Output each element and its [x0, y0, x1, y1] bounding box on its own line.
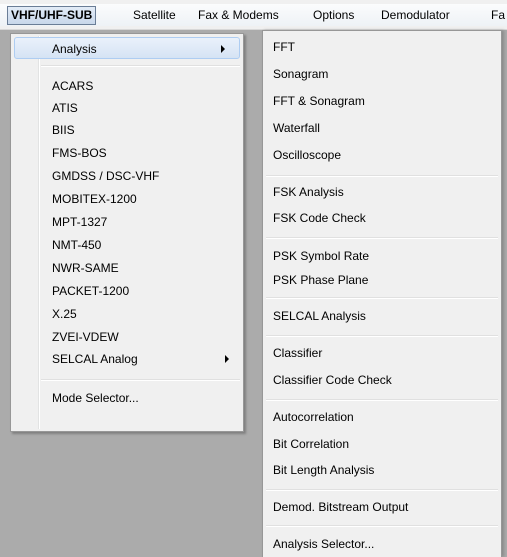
- menu-item-nwr-same[interactable]: NWR-SAME: [11, 257, 243, 279]
- menu-item-label: PACKET-1200: [52, 284, 130, 298]
- menu-item-label: NWR-SAME: [52, 261, 119, 275]
- menu-separator: [266, 335, 498, 337]
- menu-item-atis[interactable]: ATIS: [11, 97, 243, 119]
- menu-item-psk-symbol-rate[interactable]: PSK Symbol Rate: [263, 245, 501, 267]
- menu-item-mobitex-1200[interactable]: MOBITEX-1200: [11, 188, 243, 210]
- menu-item-label: Sonagram: [273, 67, 329, 81]
- menu-item-label: Classifier Code Check: [273, 373, 392, 387]
- menu-item-fft[interactable]: FFT: [263, 36, 501, 58]
- menu-item-label: Bit Correlation: [273, 437, 350, 451]
- menu-item-biis[interactable]: BIIS: [11, 119, 243, 141]
- vhf-uhf-sub-dropdown: Analysis ACARS ATIS BIIS FMS-BOS GMDSS /…: [10, 33, 244, 432]
- menu-item-label: PSK Symbol Rate: [273, 249, 370, 263]
- menu-item-label: MPT-1327: [52, 215, 108, 229]
- menu-item-fsk-code-check[interactable]: FSK Code Check: [263, 207, 501, 229]
- menu-item-fms-bos[interactable]: FMS-BOS: [11, 142, 243, 164]
- menu-item-autocorrelation[interactable]: Autocorrelation: [263, 406, 501, 428]
- menu-separator: [266, 489, 498, 491]
- menu-item-mpt-1327[interactable]: MPT-1327: [11, 211, 243, 233]
- menu-item-classifier[interactable]: Classifier: [263, 342, 501, 364]
- menu-separator: [266, 175, 498, 177]
- menu-item-label: X.25: [52, 307, 77, 321]
- menu-separator: [266, 525, 498, 527]
- menu-item-label: ACARS: [52, 79, 94, 93]
- submenu-arrow-icon: [225, 355, 229, 363]
- menu-item-x25[interactable]: X.25: [11, 303, 243, 325]
- menu-item-fsk-analysis[interactable]: FSK Analysis: [263, 181, 501, 203]
- menu-item-psk-phase-plane[interactable]: PSK Phase Plane: [263, 269, 501, 291]
- menu-item-selcal-analog[interactable]: SELCAL Analog: [11, 348, 243, 370]
- menu-item-label: Waterfall: [273, 121, 320, 135]
- menu-separator: [41, 65, 240, 67]
- menu-item-label: MOBITEX-1200: [52, 192, 137, 206]
- menu-item-mode-selector[interactable]: Mode Selector...: [11, 387, 243, 409]
- menu-item-packet-1200[interactable]: PACKET-1200: [11, 280, 243, 302]
- menu-item-gmdss-dsc-vhf[interactable]: GMDSS / DSC-VHF: [11, 165, 243, 187]
- menu-item-label: FSK Code Check: [273, 211, 366, 225]
- menu-item-oscilloscope[interactable]: Oscilloscope: [263, 144, 501, 166]
- menu-item-label: ZVEI-VDEW: [52, 330, 119, 344]
- menu-item-analysis[interactable]: Analysis: [14, 37, 240, 59]
- menu-item-label: BIIS: [52, 123, 75, 137]
- menu-options[interactable]: Options: [313, 7, 354, 24]
- analysis-submenu: FFT Sonagram FFT & Sonagram Waterfall Os…: [262, 30, 502, 557]
- menu-separator: [266, 297, 498, 299]
- menu-item-zvei-vdew[interactable]: ZVEI-VDEW: [11, 326, 243, 348]
- menu-item-sonagram[interactable]: Sonagram: [263, 63, 501, 85]
- menu-vhf-uhf-sub[interactable]: VHF/UHF-SUB: [7, 6, 97, 25]
- menu-item-label: FFT: [273, 40, 295, 54]
- menu-fa[interactable]: Fa: [491, 7, 505, 24]
- menu-item-bit-length-analysis[interactable]: Bit Length Analysis: [263, 459, 501, 481]
- menu-separator: [266, 399, 498, 401]
- menu-item-demod-bitstream-output[interactable]: Demod. Bitstream Output: [263, 496, 501, 518]
- menu-item-label: FFT & Sonagram: [273, 94, 365, 108]
- menu-separator: [41, 379, 240, 381]
- menu-item-label: SELCAL Analysis: [273, 309, 366, 323]
- menu-item-label: NMT-450: [52, 238, 102, 252]
- menu-item-label: FMS-BOS: [52, 146, 107, 160]
- menu-item-nmt-450[interactable]: NMT-450: [11, 234, 243, 256]
- menu-item-label: Mode Selector...: [52, 391, 139, 405]
- menu-bar: VHF/UHF-SUB Satellite Fax & Modems Optio…: [0, 0, 507, 30]
- menu-item-label: Oscilloscope: [273, 148, 342, 162]
- menu-item-acars[interactable]: ACARS: [11, 75, 243, 97]
- menu-item-label: PSK Phase Plane: [273, 273, 369, 287]
- menu-item-label: Analysis: [52, 42, 97, 56]
- menu-item-label: FSK Analysis: [273, 185, 344, 199]
- menu-separator: [266, 237, 498, 239]
- menu-item-label: Classifier: [273, 346, 323, 360]
- menu-item-fft-sonagram[interactable]: FFT & Sonagram: [263, 90, 501, 112]
- menu-demodulator[interactable]: Demodulator: [381, 7, 450, 24]
- menu-satellite[interactable]: Satellite: [133, 7, 176, 24]
- menu-fax-modems[interactable]: Fax & Modems: [198, 7, 279, 24]
- menu-item-label: SELCAL Analog: [52, 352, 138, 366]
- menu-item-label: Analysis Selector...: [273, 537, 375, 551]
- menu-item-label: Demod. Bitstream Output: [273, 500, 409, 514]
- submenu-arrow-icon: [221, 45, 225, 53]
- menu-item-classifier-code-check[interactable]: Classifier Code Check: [263, 369, 501, 391]
- menu-item-analysis-selector[interactable]: Analysis Selector...: [263, 533, 501, 555]
- menu-item-label: GMDSS / DSC-VHF: [52, 169, 160, 183]
- menu-item-selcal-analysis[interactable]: SELCAL Analysis: [263, 305, 501, 327]
- menu-item-waterfall[interactable]: Waterfall: [263, 117, 501, 139]
- menu-item-label: Autocorrelation: [273, 410, 354, 424]
- menu-item-bit-correlation[interactable]: Bit Correlation: [263, 433, 501, 455]
- menu-item-label: ATIS: [52, 101, 78, 115]
- menu-item-label: Bit Length Analysis: [273, 463, 375, 477]
